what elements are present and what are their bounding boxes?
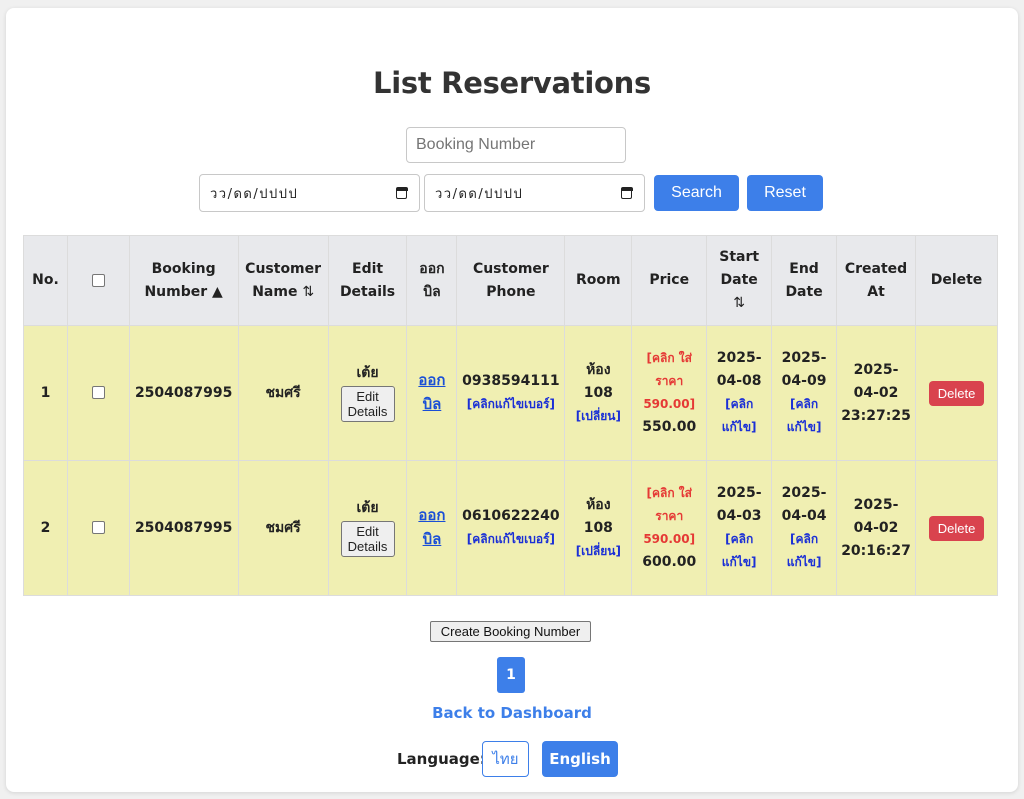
edit-start-date-link[interactable]: [คลิก แก้ไข] — [711, 528, 767, 574]
row-phone: 0610622240 — [462, 508, 560, 524]
edit-end-date-link[interactable]: [คลิก แก้ไข] — [776, 393, 832, 439]
row-end-date: 2025-04-09 — [781, 350, 827, 389]
change-room-link[interactable]: [เปลี่ยน] — [569, 405, 627, 428]
row-room: ห้อง 108 — [583, 496, 613, 536]
row-bill-cell: ออกบิล — [406, 460, 458, 596]
edit-phone-link[interactable]: [คลิกแก้ไขเบอร์] — [461, 393, 560, 416]
issue-bill-link[interactable]: ออกบิล — [418, 371, 445, 413]
language-thai-button[interactable]: ไทย — [482, 741, 529, 777]
row-delete-cell: Delete — [915, 460, 998, 596]
table-row: 2 2504087995 ชมศรี เต้ย Edit Details ออก… — [23, 460, 998, 596]
page-title: List Reservations — [373, 66, 651, 100]
header-end-date: End Date — [771, 235, 838, 326]
edit-details-button[interactable]: Edit Details — [340, 521, 395, 557]
edit-details-button[interactable]: Edit Details — [340, 386, 395, 422]
start-date-input[interactable]: วว/ดด/ปปปป — [199, 174, 420, 212]
header-room: Room — [564, 235, 633, 326]
edit-phone-link[interactable]: [คลิกแก้ไขเบอร์] — [461, 528, 560, 551]
search-button[interactable]: Search — [654, 175, 739, 211]
edit-price-link[interactable]: [คลิก ใส่ราคา 590.00] — [636, 347, 702, 416]
row-price-cell: [คลิก ใส่ราคา 590.00] 600.00 — [631, 460, 708, 596]
row-select — [66, 460, 130, 596]
row-customer-name: ชมศรี — [237, 460, 329, 596]
edit-end-date-link[interactable]: [คลิก แก้ไข] — [776, 528, 832, 574]
reservations-table: No. Booking Number ▲ Customer Name ⇅ Edi… — [23, 235, 998, 596]
delete-button[interactable]: Delete — [928, 380, 985, 406]
sort-icon[interactable]: ⇅ — [302, 284, 314, 300]
calendar-icon[interactable] — [395, 187, 408, 199]
row-created-time: 23:27:25 — [841, 407, 911, 424]
row-select — [66, 325, 130, 461]
edit-start-date-link[interactable]: [คลิก แก้ไข] — [711, 393, 767, 439]
row-editor-name: เต้ย — [356, 500, 379, 516]
row-created-date: 2025-04-02 — [853, 496, 899, 536]
row-phone-cell: 0938594111 [คลิกแก้ไขเบอร์] — [456, 325, 566, 461]
reset-button[interactable]: Reset — [747, 175, 823, 211]
row-checkbox[interactable] — [91, 521, 105, 534]
edit-price-link[interactable]: [คลิก ใส่ราคา 590.00] — [636, 482, 702, 551]
language-english-button[interactable]: English — [542, 741, 618, 777]
row-start-date: 2025-04-03 — [716, 485, 762, 524]
sort-icon[interactable]: ⇅ — [733, 295, 745, 311]
header-start-label: Start Date — [719, 249, 760, 288]
header-edit-details: Edit Details — [327, 235, 408, 326]
header-created-at: Created At — [836, 235, 917, 326]
issue-bill-link[interactable]: ออกบิล — [418, 506, 445, 548]
row-booking-number: 2504087995 — [128, 460, 239, 596]
row-price: 600.00 — [642, 554, 697, 570]
row-end-date: 2025-04-04 — [781, 485, 827, 524]
row-checkbox[interactable] — [91, 386, 105, 399]
row-no: 1 — [23, 325, 68, 461]
row-edit-cell: เต้ย Edit Details — [327, 460, 408, 596]
header-booking-label: Booking Number — [144, 260, 216, 300]
create-booking-button[interactable]: Create Booking Number — [430, 621, 591, 642]
row-room-cell: ห้อง 108 [เปลี่ยน] — [564, 460, 633, 596]
row-bill-cell: ออกบิล — [406, 325, 458, 461]
header-customer-name[interactable]: Customer Name ⇅ — [237, 235, 329, 326]
header-bill: ออกบิล — [406, 235, 458, 326]
row-created-time: 20:16:27 — [841, 542, 911, 559]
row-end-cell: 2025-04-09 [คลิก แก้ไข] — [771, 325, 838, 461]
sort-asc-icon[interactable]: ▲ — [212, 284, 223, 300]
row-start-date: 2025-04-08 — [716, 350, 762, 389]
select-all-checkbox[interactable] — [91, 273, 105, 287]
row-editor-name: เต้ย — [356, 365, 379, 381]
row-price: 550.00 — [642, 419, 697, 435]
header-customer-phone: Customer Phone — [456, 235, 566, 326]
header-booking-number[interactable]: Booking Number ▲ — [128, 235, 239, 326]
row-created-cell: 2025-04-02 23:27:25 — [836, 325, 917, 461]
header-select-all — [66, 235, 130, 326]
table-header-row: No. Booking Number ▲ Customer Name ⇅ Edi… — [23, 235, 998, 326]
delete-button[interactable]: Delete — [928, 515, 985, 541]
change-room-link[interactable]: [เปลี่ยน] — [569, 540, 627, 563]
row-price-cell: [คลิก ใส่ราคา 590.00] 550.00 — [631, 325, 708, 461]
language-label: Language: — [397, 750, 486, 768]
header-no: No. — [23, 235, 68, 326]
row-phone-cell: 0610622240 [คลิกแก้ไขเบอร์] — [456, 460, 566, 596]
row-room: ห้อง 108 — [583, 361, 613, 401]
row-delete-cell: Delete — [915, 325, 998, 461]
row-created-cell: 2025-04-02 20:16:27 — [836, 460, 917, 596]
start-date-placeholder: วว/ดด/ปปปป — [210, 186, 299, 202]
end-date-input[interactable]: วว/ดด/ปปปป — [424, 174, 645, 212]
end-date-placeholder: วว/ดด/ปปปป — [435, 186, 524, 202]
row-phone: 0938594111 — [462, 373, 560, 389]
row-edit-cell: เต้ย Edit Details — [327, 325, 408, 461]
row-created-date: 2025-04-02 — [853, 361, 899, 401]
row-customer-name: ชมศรี — [237, 325, 329, 461]
header-start-date[interactable]: Start Date ⇅ — [706, 235, 773, 326]
row-end-cell: 2025-04-04 [คลิก แก้ไข] — [771, 460, 838, 596]
row-start-cell: 2025-04-03 [คลิก แก้ไข] — [706, 460, 773, 596]
pagination-page-button[interactable]: 1 — [497, 657, 525, 693]
booking-number-input[interactable] — [406, 127, 626, 163]
calendar-icon[interactable] — [620, 187, 633, 199]
back-to-dashboard-link[interactable]: Back to Dashboard — [0, 704, 1024, 722]
row-start-cell: 2025-04-08 [คลิก แก้ไข] — [706, 325, 773, 461]
header-delete: Delete — [915, 235, 998, 326]
row-room-cell: ห้อง 108 [เปลี่ยน] — [564, 325, 633, 461]
header-price: Price — [631, 235, 708, 326]
row-booking-number: 2504087995 — [128, 325, 239, 461]
row-no: 2 — [23, 460, 68, 596]
table-row: 1 2504087995 ชมศรี เต้ย Edit Details ออก… — [23, 325, 998, 461]
